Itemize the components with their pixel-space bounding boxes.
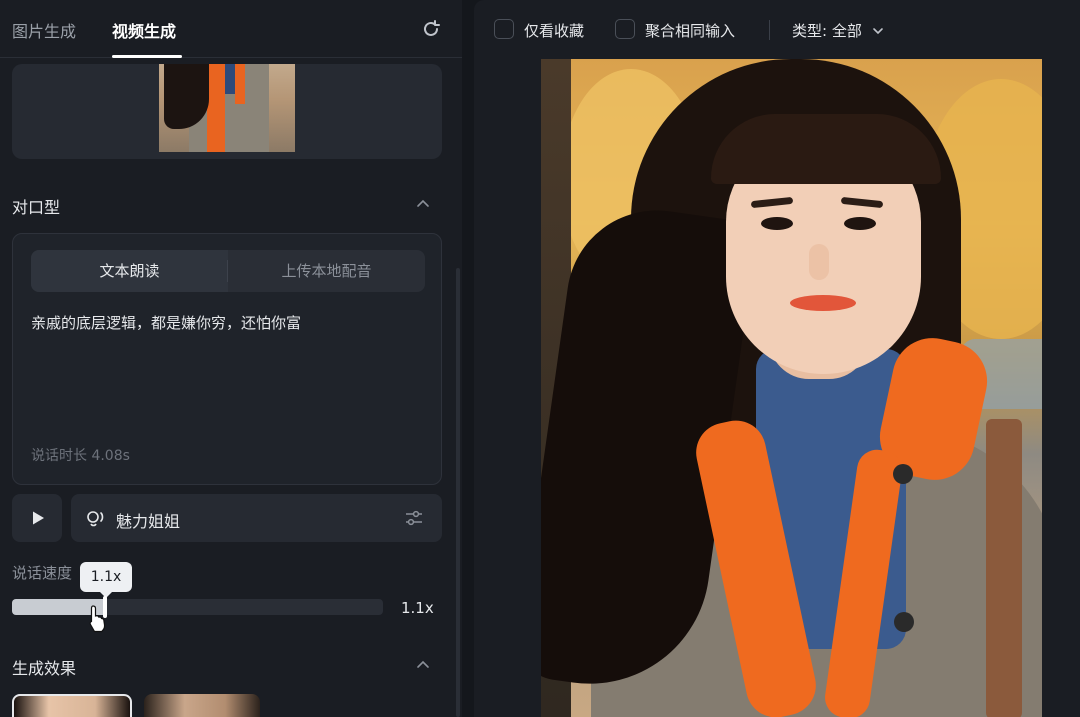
- results-panel: 仅看收藏 聚合相同输入 类型: 全部: [474, 0, 1080, 717]
- merge-same-input-label[interactable]: 聚合相同输入: [645, 20, 735, 41]
- reference-image-thumbnail[interactable]: [159, 64, 295, 152]
- refresh-icon[interactable]: [420, 18, 442, 40]
- chevron-up-icon[interactable]: [416, 657, 430, 671]
- tab-video-generation[interactable]: 视频生成: [112, 18, 176, 42]
- left-panel-scrollbar[interactable]: [456, 268, 460, 717]
- speech-speed-slider[interactable]: [12, 596, 383, 618]
- favorites-only-label[interactable]: 仅看收藏: [524, 20, 584, 41]
- tab-image-generation[interactable]: 图片生成: [12, 18, 76, 42]
- adjust-settings-icon[interactable]: [404, 508, 424, 532]
- filter-divider: [769, 20, 770, 40]
- left-panel: 图片生成 视频生成 对口型 文本朗读 上传本地配音 亲戚的底层逻辑，都是嫌你穷，…: [0, 0, 462, 717]
- speech-speed-value: 1.1x: [401, 599, 434, 617]
- generated-portrait-image[interactable]: [541, 59, 1042, 717]
- play-icon: [33, 511, 44, 525]
- merge-same-input-checkbox[interactable]: [615, 19, 635, 39]
- effect-thumbnail[interactable]: [144, 694, 260, 717]
- favorites-only-checkbox[interactable]: [494, 19, 514, 39]
- lip-sync-text-input[interactable]: 亲戚的底层逻辑，都是嫌你穷，还怕你富: [31, 312, 301, 333]
- reference-image-card: [12, 64, 442, 159]
- lip-sync-title: 对口型: [12, 198, 61, 217]
- generation-tabs: 图片生成 视频生成: [0, 0, 462, 58]
- type-filter-dropdown[interactable]: 类型: 全部: [792, 20, 884, 41]
- mode-upload-local-audio[interactable]: 上传本地配音: [228, 250, 425, 292]
- effect-thumbnail[interactable]: [12, 694, 132, 717]
- play-preview-button[interactable]: [12, 494, 62, 542]
- lip-sync-mode-switch: 文本朗读 上传本地配音: [31, 250, 425, 292]
- speech-duration: 说话时长 4.08s: [31, 448, 130, 464]
- voice-select-button[interactable]: 魅力姐姐: [71, 494, 442, 542]
- generation-effects-title: 生成效果: [12, 659, 77, 678]
- hand-cursor-icon: [86, 604, 108, 638]
- active-tab-indicator: [112, 55, 182, 58]
- speed-tooltip: 1.1x: [80, 562, 132, 598]
- lip-sync-card: 文本朗读 上传本地配音 亲戚的底层逻辑，都是嫌你穷，还怕你富 说话时长 4.08…: [12, 233, 442, 485]
- voice-icon: [85, 508, 107, 532]
- mode-text-reading[interactable]: 文本朗读: [31, 250, 228, 292]
- type-filter-label: 类型: 全部: [792, 22, 862, 40]
- chevron-down-icon: [872, 28, 883, 35]
- voice-name: 魅力姐姐: [116, 512, 181, 531]
- chevron-up-icon[interactable]: [416, 196, 430, 210]
- speech-speed-label: 说话速度: [12, 564, 73, 582]
